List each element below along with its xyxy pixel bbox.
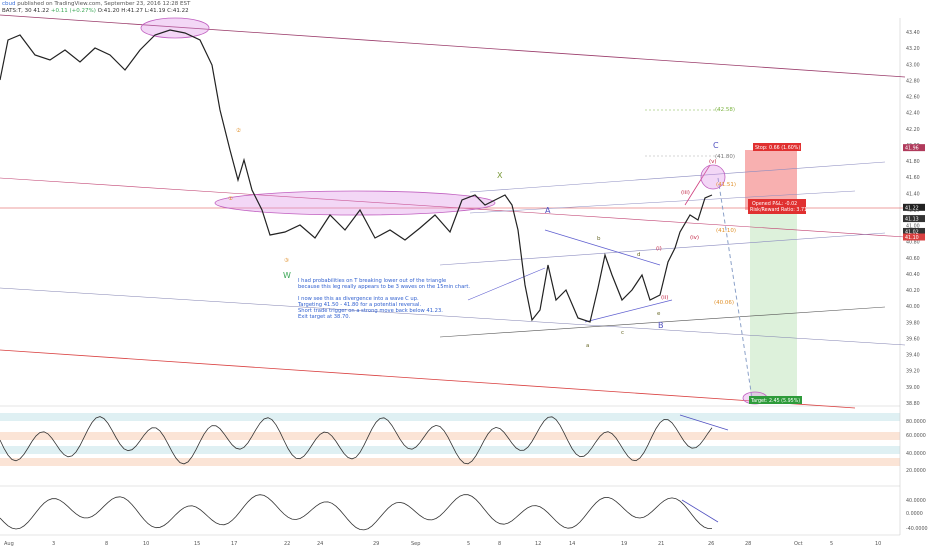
wave-label: (41.51) — [716, 182, 736, 188]
price-tag-label: 41.22 — [905, 205, 919, 211]
x-tick-label: 3 — [52, 541, 55, 547]
x-tick-label: 10 — [143, 541, 149, 547]
x-tick-label: 22 — [284, 541, 290, 547]
y-tick-label: 39.40 — [906, 353, 920, 359]
trend-line — [544, 229, 661, 266]
y-tick-label: 42.20 — [906, 127, 920, 133]
wave-label: ① — [228, 196, 233, 202]
osc1-tick-label: 60.0000 — [906, 433, 926, 439]
osc2-tick-label: -40.0000 — [906, 526, 928, 532]
wave-label: (41.80) — [715, 154, 735, 160]
wave-label: (41.10) — [716, 228, 736, 234]
y-tick-label: 38.80 — [906, 401, 920, 407]
x-tick-label: 21 — [658, 541, 664, 547]
y-tick-label: 39.20 — [906, 369, 920, 375]
wave-label: B — [658, 321, 664, 330]
y-tick-label: 41.40 — [906, 191, 920, 197]
risk-reward-label: Risk/Reward Ratio: 3.71 — [750, 207, 807, 213]
wave-label: ③ — [284, 258, 289, 264]
osc2-tick-label: 40.0000 — [906, 498, 926, 504]
x-tick-label: 5 — [467, 541, 470, 547]
price-chart[interactable]: 43.4043.2043.0042.8042.6042.4042.2042.00… — [0, 0, 932, 550]
trend-line — [467, 267, 546, 301]
wave-label: c — [621, 330, 624, 336]
price-tag-label: 41.13 — [905, 217, 919, 223]
osc1-tick-label: 40.0000 — [906, 451, 926, 457]
y-tick-label: 39.80 — [906, 320, 920, 326]
highlight-ellipse — [214, 190, 496, 216]
trend-line — [469, 161, 886, 193]
x-tick-label: 17 — [231, 541, 237, 547]
osc1-band-bottom — [0, 458, 900, 466]
wave-label: d — [637, 252, 641, 258]
price-tag-label: 41.96 — [905, 146, 919, 152]
y-tick-label: 41.80 — [906, 159, 920, 165]
wave-label: C — [713, 141, 719, 150]
osc1-tick-label: 20.0000 — [906, 468, 926, 474]
x-tick-label: 26 — [708, 541, 714, 547]
target-label: Target: 2.45 (5.95%) — [750, 398, 800, 404]
opened-pnl-label: Opened P&L: -0.02 — [752, 201, 797, 207]
note-line: because this leg really appears to be 3 … — [298, 284, 471, 291]
wave-label: (i) — [656, 246, 662, 252]
x-tick-label: 19 — [621, 541, 627, 547]
osc1-tick-label: 80.0000 — [906, 419, 926, 425]
osc1-band-top — [0, 413, 900, 421]
y-tick-label: 42.60 — [906, 95, 920, 101]
wave-label: (iii) — [681, 190, 690, 196]
y-tick-label: 40.00 — [906, 304, 920, 310]
analysis-note: I had probabilities on T breaking lower … — [298, 278, 470, 321]
wave-label: b — [597, 236, 601, 242]
target-zone — [750, 210, 797, 400]
trend-line — [0, 14, 906, 78]
x-tick-label: 15 — [194, 541, 200, 547]
oscillator-1-series — [0, 416, 713, 465]
y-tick-label: 40.20 — [906, 288, 920, 294]
stop-label: Stop: 0.66 (1.60%) — [755, 145, 800, 151]
y-tick-label: 41.60 — [906, 175, 920, 181]
wave-label: W — [283, 271, 291, 280]
wave-label: A — [545, 206, 551, 215]
wave-label: a — [586, 343, 589, 349]
y-tick-label: 42.80 — [906, 78, 920, 84]
y-tick-label: 43.40 — [906, 30, 920, 36]
wave-label: (iv) — [690, 235, 699, 241]
x-tick-label: 29 — [373, 541, 379, 547]
oscillator-2-series — [0, 494, 713, 531]
x-tick-label: 8 — [498, 541, 501, 547]
wave-label: (ii) — [661, 295, 668, 301]
x-tick-label: 5 — [830, 541, 833, 547]
wave-label: e — [657, 311, 661, 317]
x-tick-label: Sep — [411, 541, 420, 547]
y-tick-label: 43.00 — [906, 62, 920, 68]
y-tick-label: 43.20 — [906, 46, 920, 52]
x-tick-label: 14 — [569, 541, 575, 547]
x-tick-label: 28 — [745, 541, 751, 547]
x-tick-label: Oct — [794, 541, 803, 547]
x-tick-label: 24 — [317, 541, 323, 547]
trend-line — [681, 499, 719, 523]
y-tick-label: 40.60 — [906, 256, 920, 262]
projection-line — [717, 177, 753, 399]
y-tick-label: 39.00 — [906, 385, 920, 391]
x-tick-label: Aug — [4, 541, 14, 547]
x-tick-label: 8 — [105, 541, 108, 547]
wave-label: (42.58) — [715, 107, 735, 113]
y-tick-label: 42.40 — [906, 111, 920, 117]
note-line: Exit target at 38.70. — [298, 314, 351, 321]
wave-label: ② — [236, 127, 241, 134]
y-tick-label: 39.60 — [906, 336, 920, 342]
wave-label: X — [497, 171, 503, 180]
x-tick-label: 12 — [535, 541, 541, 547]
price-tag-label: 41.10 — [905, 235, 919, 241]
trend-line — [439, 232, 886, 266]
trend-line — [0, 349, 856, 409]
osc1-band-mid — [0, 432, 900, 440]
y-tick-label: 40.40 — [906, 272, 920, 278]
x-tick-label: 10 — [875, 541, 881, 547]
osc2-tick-label: 0.0000 — [906, 511, 923, 517]
wave-label: (40.06) — [714, 300, 734, 306]
highlight-ellipse — [140, 17, 210, 39]
